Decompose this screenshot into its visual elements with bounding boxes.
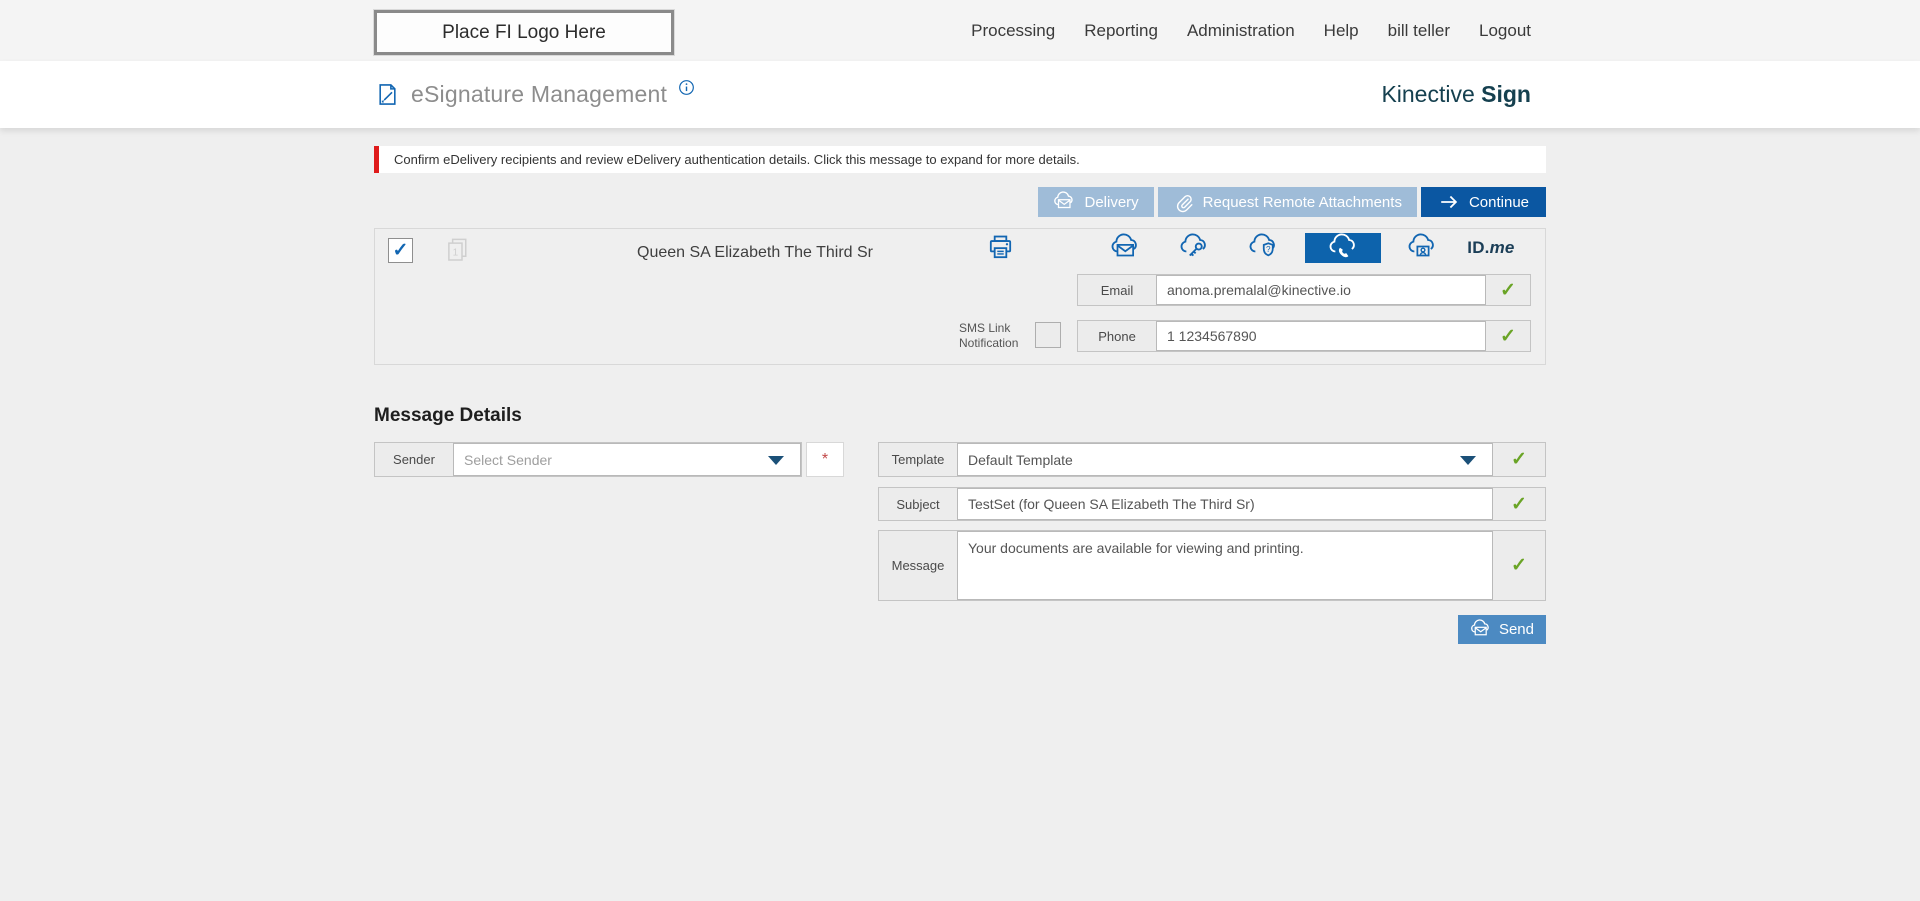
cloud-key-icon: [1179, 233, 1209, 263]
template-valid-check-icon: ✓: [1511, 449, 1527, 470]
recipient-card: ✓ Queen SA Elizabeth The Third Sr ID. me…: [374, 228, 1546, 365]
template-select[interactable]: Default Template: [957, 443, 1493, 476]
sms-link-notification-checkbox[interactable]: [1035, 322, 1061, 348]
nav-logout[interactable]: Logout: [1479, 21, 1531, 41]
brand-product: Sign: [1481, 81, 1531, 107]
sender-required-indicator: *: [806, 442, 844, 477]
message-details-heading: Message Details: [374, 405, 522, 426]
delivery-button-label: Delivery: [1084, 193, 1139, 211]
recipient-checkbox[interactable]: ✓: [388, 238, 413, 263]
auth-method-phone-selected[interactable]: [1304, 233, 1381, 263]
check-icon: ✓: [392, 240, 409, 261]
auth-method-email[interactable]: [1097, 233, 1153, 263]
cloud-mail-icon: [1110, 233, 1140, 263]
send-button-label: Send: [1498, 621, 1534, 638]
recipient-name: Queen SA Elizabeth The Third Sr: [637, 244, 873, 261]
document-count-icon: [442, 235, 472, 265]
subject-label: Subject: [896, 496, 940, 512]
phone-label: Phone: [1098, 328, 1136, 344]
nav-processing[interactable]: Processing: [971, 21, 1055, 41]
idme-logo-bold: ID.: [1467, 238, 1490, 257]
message-label: Message: [891, 558, 945, 573]
auth-method-security-question[interactable]: [1235, 233, 1291, 263]
info-icon[interactable]: [677, 78, 696, 97]
subject-valid-check-icon: ✓: [1511, 493, 1527, 515]
continue-button[interactable]: Continue: [1420, 187, 1546, 217]
template-selected-value: Default Template: [968, 451, 1073, 468]
message-details-form: Sender Select Sender * Template Default …: [374, 442, 1546, 601]
topbar: Place FI Logo Here Processing Reporting …: [0, 0, 1920, 61]
paperclip-icon: [1173, 192, 1194, 213]
brand-name: Kinective: [1381, 81, 1482, 107]
template-field-row: Template Default Template ✓: [878, 442, 1546, 477]
esignature-management-page: Place FI Logo Here Processing Reporting …: [0, 0, 1920, 901]
delivery-button[interactable]: Delivery: [1038, 187, 1154, 217]
idme-logo-italic: me: [1489, 238, 1515, 257]
sender-label: Sender: [393, 452, 435, 467]
sms-link-notification-label: SMS Link Notification: [959, 321, 1019, 350]
chevron-down-icon: [1460, 455, 1476, 465]
template-label: Template: [891, 452, 945, 467]
page-title: eSignature Management: [411, 81, 668, 107]
phone-input[interactable]: [1167, 328, 1475, 344]
email-field-row: Email ✓: [1077, 274, 1531, 306]
auth-method-idme[interactable]: ID. me: [1463, 233, 1519, 263]
arrow-right-icon: [1438, 191, 1460, 213]
app-header: eSignature Management Kinective Sign: [0, 61, 1920, 128]
phone-valid-check-icon: ✓: [1500, 325, 1516, 347]
email-input[interactable]: [1167, 282, 1475, 298]
edelivery-alert-banner[interactable]: Confirm eDelivery recipients and review …: [374, 146, 1546, 173]
top-navigation: Processing Reporting Administration Help…: [971, 0, 1531, 61]
cloud-mail-icon: [1053, 191, 1075, 213]
send-button[interactable]: Send: [1457, 615, 1546, 644]
nav-user[interactable]: bill teller: [1388, 21, 1450, 41]
subject-input[interactable]: [968, 496, 1482, 512]
kinective-sign-logo: Kinective Sign: [1381, 81, 1531, 108]
message-field-row: Message ✓: [878, 530, 1546, 601]
nav-help[interactable]: Help: [1324, 21, 1359, 41]
sender-field-row: Sender Select Sender: [374, 442, 802, 477]
phone-field-row: Phone ✓: [1077, 320, 1531, 352]
fi-logo-text: Place FI Logo Here: [442, 21, 606, 43]
cloud-mail-icon: [1470, 619, 1491, 640]
auth-method-access-key[interactable]: [1166, 233, 1222, 263]
email-label: Email: [1100, 282, 1134, 298]
authentication-method-row: ID. me: [1097, 233, 1519, 263]
chevron-down-icon: [768, 455, 784, 465]
cloud-person-icon: [1407, 233, 1437, 263]
cloud-shield-question-icon: [1248, 233, 1278, 263]
sender-select[interactable]: Select Sender: [453, 443, 801, 476]
continue-button-label: Continue: [1468, 193, 1529, 211]
esignature-document-pen-icon: [374, 81, 401, 108]
main-content: Confirm eDelivery recipients and review …: [374, 146, 1546, 644]
sender-group: Sender Select Sender *: [374, 442, 844, 477]
nav-administration[interactable]: Administration: [1187, 21, 1295, 41]
printer-icon[interactable]: [985, 232, 1016, 263]
send-row: Send: [374, 615, 1546, 644]
cloud-phone-icon: [1328, 233, 1358, 263]
subject-field-row: Subject ✓: [878, 487, 1546, 521]
email-valid-check-icon: ✓: [1500, 279, 1516, 301]
request-remote-attachments-button[interactable]: Request Remote Attachments: [1157, 187, 1417, 217]
action-toolbar: Delivery Request Remote Attachments Cont…: [374, 187, 1546, 217]
required-asterisk-icon: *: [821, 450, 829, 468]
sender-placeholder: Select Sender: [464, 451, 552, 468]
nav-reporting[interactable]: Reporting: [1084, 21, 1158, 41]
message-valid-check-icon: ✓: [1511, 555, 1527, 576]
fi-logo-placeholder: Place FI Logo Here: [374, 10, 674, 55]
request-remote-attachments-label: Request Remote Attachments: [1202, 193, 1402, 211]
template-column: Template Default Template ✓ Subject ✓ Me…: [878, 442, 1546, 601]
auth-method-id-verification[interactable]: [1394, 233, 1450, 263]
alert-text: Confirm eDelivery recipients and review …: [394, 152, 1080, 167]
message-textarea[interactable]: [968, 539, 1482, 599]
